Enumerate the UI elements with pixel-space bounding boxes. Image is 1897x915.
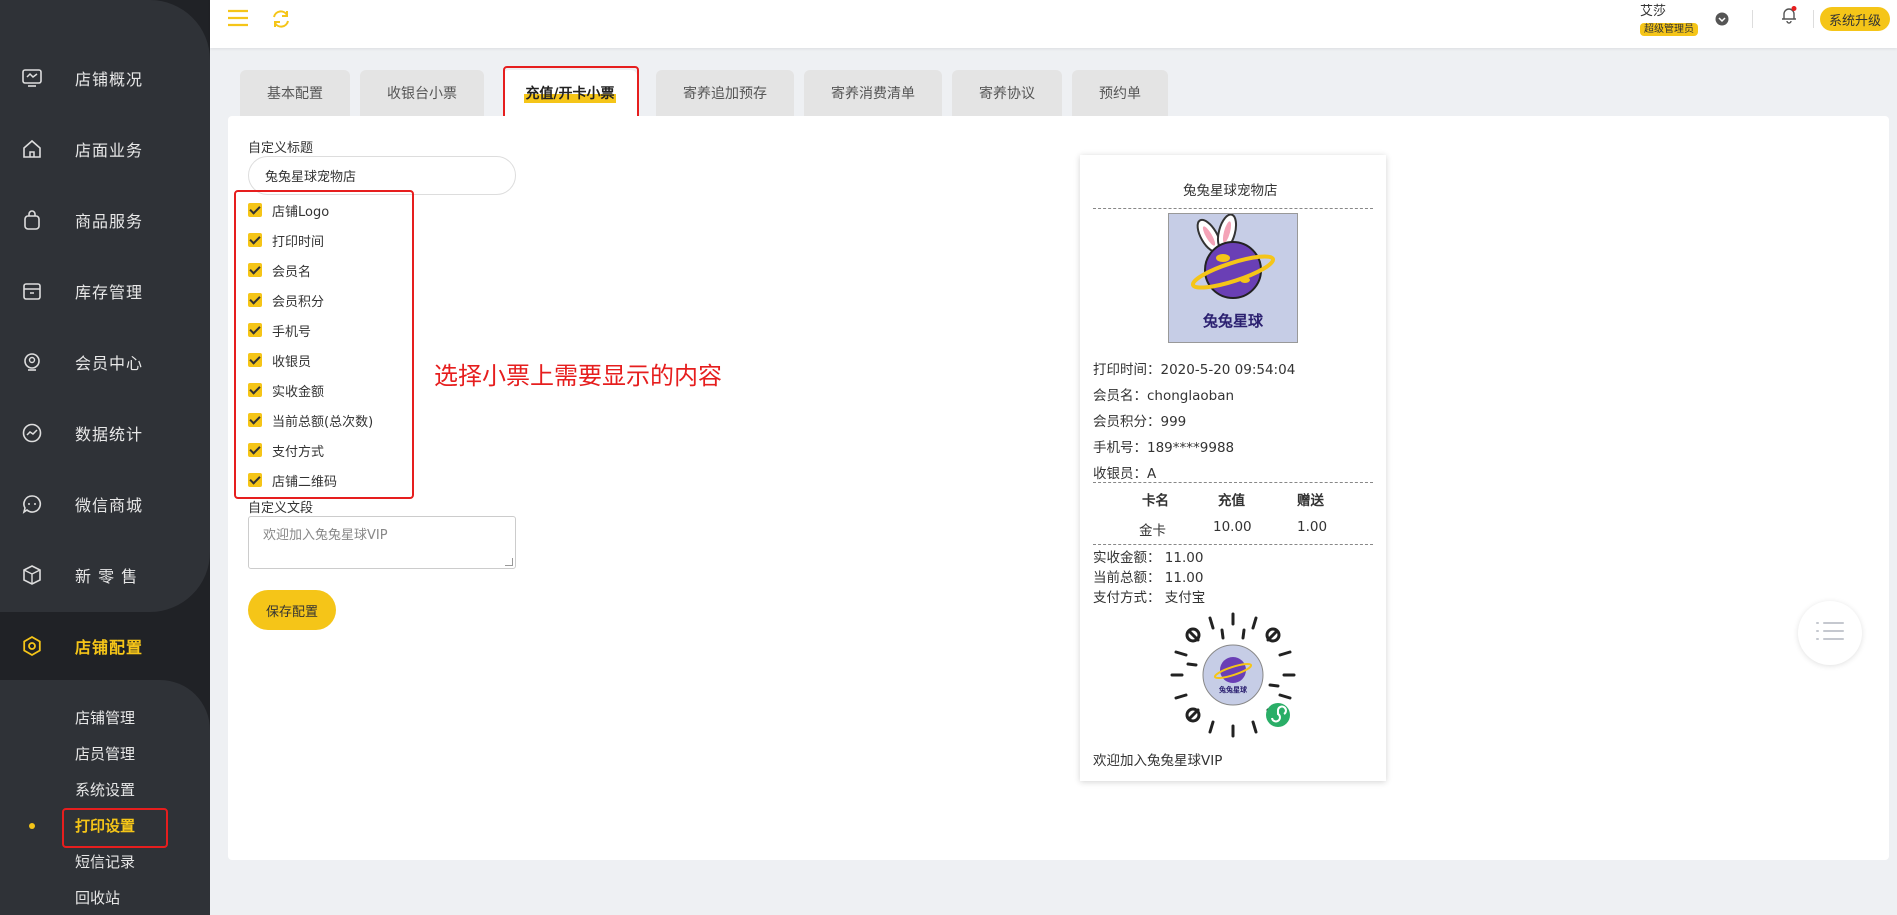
receipt-footer-text: 欢迎加入兔兔星球VIP [1093,753,1223,769]
sidebar-item-member-center[interactable]: 会员中心 [0,337,210,387]
sidebar-item-label: 店铺概况 [75,70,144,89]
chart-icon [20,421,44,445]
home-icon [20,137,44,161]
tab-label: 寄养协议 [979,86,1035,102]
refresh-icon[interactable] [270,8,292,34]
floating-menu-button[interactable] [1798,601,1862,665]
tab-label: 基本配置 [267,86,323,102]
custom-title-label: 自定义标题 [248,141,314,156]
receipt-member-name: 会员名：chonglaoban [1093,388,1235,404]
sidebar-item-label: 商品服务 [75,212,144,231]
chat-icon [20,492,44,516]
receipt-divider [1093,544,1373,545]
sidebar-item-label: 微信商城 [75,496,144,515]
receipt-shop-name: 兔兔星球宠物店 [1183,183,1278,199]
sidebar-item-label: 数据统计 [75,425,144,444]
box-icon [20,279,44,303]
bag-icon [20,208,44,232]
sidebar-item-inventory[interactable]: 库存管理 [0,266,210,316]
menu-toggle-icon[interactable] [226,8,250,32]
sidebar-item-store-business[interactable]: 店面业务 [0,124,210,174]
main-panel [228,116,1889,860]
logo-text: 兔兔星球 [1202,312,1263,330]
receipt-phone: 手机号：189****9988 [1093,440,1235,456]
receipt-divider [1093,208,1373,209]
save-config-button[interactable]: 保存配置 [248,590,336,630]
store-logo-image: 兔兔星球 [1168,213,1298,343]
top-bar: 艾莎 超级管理员 系统升级 [210,0,1897,48]
divider [1813,10,1814,28]
sidebar-subitem-recycle-bin[interactable]: 回收站 [75,887,120,908]
tab-label: 寄养消费清单 [831,86,915,102]
receipt-print-time: 打印时间：2020-5-20 09:54:04 [1093,362,1296,378]
user-role-badge: 超级管理员 [1640,23,1698,36]
receipt-cashier: 收银员：A [1093,466,1157,482]
tab-label: 预约单 [1099,86,1141,102]
receipt-table-header: 卡名 [1142,493,1169,509]
sidebar-item-label: 店铺配置 [75,638,144,657]
receipt-received-amount: 实收金额： 11.00 [1093,550,1204,566]
sidebar-item-wechat-mall[interactable]: 微信商城 [0,479,210,529]
receipt-divider [1093,482,1373,483]
tab-basic-config[interactable]: 基本配置 [240,70,350,116]
annotation-text: 选择小票上需要显示的内容 [434,362,722,390]
tab-label: 寄养追加预存 [683,86,767,102]
custom-title-value: 兔兔星球宠物店 [265,170,357,185]
sidebar-subitem-staff-management[interactable]: 店员管理 [75,743,135,764]
sidebar-subitem-system-settings[interactable]: 系统设置 [75,779,135,800]
tab-label: 收银台小票 [387,86,457,102]
receipt-preview: 兔兔星球宠物店 兔兔星球 打印时间：2020-5-20 09:54:04 会员名… [1080,155,1386,781]
custom-text-textarea[interactable]: 欢迎加入兔兔星球VIP [248,516,516,569]
custom-text-value: 欢迎加入兔兔星球VIP [263,528,388,543]
receipt-table-header: 赠送 [1297,493,1324,509]
sidebar-item-new-retail[interactable]: 新 零 售 [0,550,210,600]
sidebar-item-label: 新 零 售 [75,567,139,586]
highlight-box-checkboxes [234,190,414,499]
highlight-box-print-settings [62,808,168,848]
bell-icon[interactable] [1781,6,1797,28]
receipt-table-cell: 1.00 [1297,519,1328,535]
qrcode-center-text: 兔兔星球 [1219,686,1247,694]
store-qrcode-image: 兔兔星球 [1168,610,1298,740]
resize-handle-icon[interactable] [505,558,513,566]
sidebar: 店铺概况 店面业务 商品服务 库存管理 会员中心 数据统计 微信商城 新 零 售… [0,0,210,915]
divider [1752,10,1753,28]
receipt-member-points: 会员积分：999 [1093,414,1187,430]
active-indicator-dot [29,823,35,829]
user-dropdown-chevron-icon[interactable] [1715,11,1729,30]
sidebar-item-label: 库存管理 [75,283,144,302]
sidebar-item-store-overview[interactable]: 店铺概况 [0,53,210,103]
tab-boarding-prestore[interactable]: 寄养追加预存 [656,70,794,116]
sidebar-item-label: 会员中心 [75,354,144,373]
sidebar-item-goods-service[interactable]: 商品服务 [0,195,210,245]
receipt-table-cell: 10.00 [1213,519,1252,535]
user-name[interactable]: 艾莎 [1640,0,1666,19]
tab-boarding-agreement[interactable]: 寄养协议 [952,70,1062,116]
sidebar-item-statistics[interactable]: 数据统计 [0,408,210,458]
cube-icon [20,563,44,587]
sidebar-item-label: 店面业务 [75,141,144,160]
monitor-icon [20,66,44,90]
sidebar-item-store-config[interactable]: 店铺配置 [0,621,210,671]
receipt-table-cell: 金卡 [1139,523,1166,539]
sidebar-subitem-sms-records[interactable]: 短信记录 [75,851,135,872]
receipt-table-header: 充值 [1218,493,1245,509]
settings-icon [20,634,44,658]
list-icon [1815,620,1845,646]
system-upgrade-button[interactable]: 系统升级 [1820,7,1890,31]
tab-boarding-consumption[interactable]: 寄养消费清单 [804,70,942,116]
custom-text-label: 自定义文段 [248,501,314,516]
receipt-current-total: 当前总额： 11.00 [1093,570,1204,586]
tab-cashier-receipt[interactable]: 收银台小票 [360,70,484,116]
tab-reservation[interactable]: 预约单 [1072,70,1168,116]
member-icon [20,350,44,374]
receipt-payment-method: 支付方式： 支付宝 [1093,590,1206,606]
sidebar-subitem-store-management[interactable]: 店铺管理 [75,707,135,728]
